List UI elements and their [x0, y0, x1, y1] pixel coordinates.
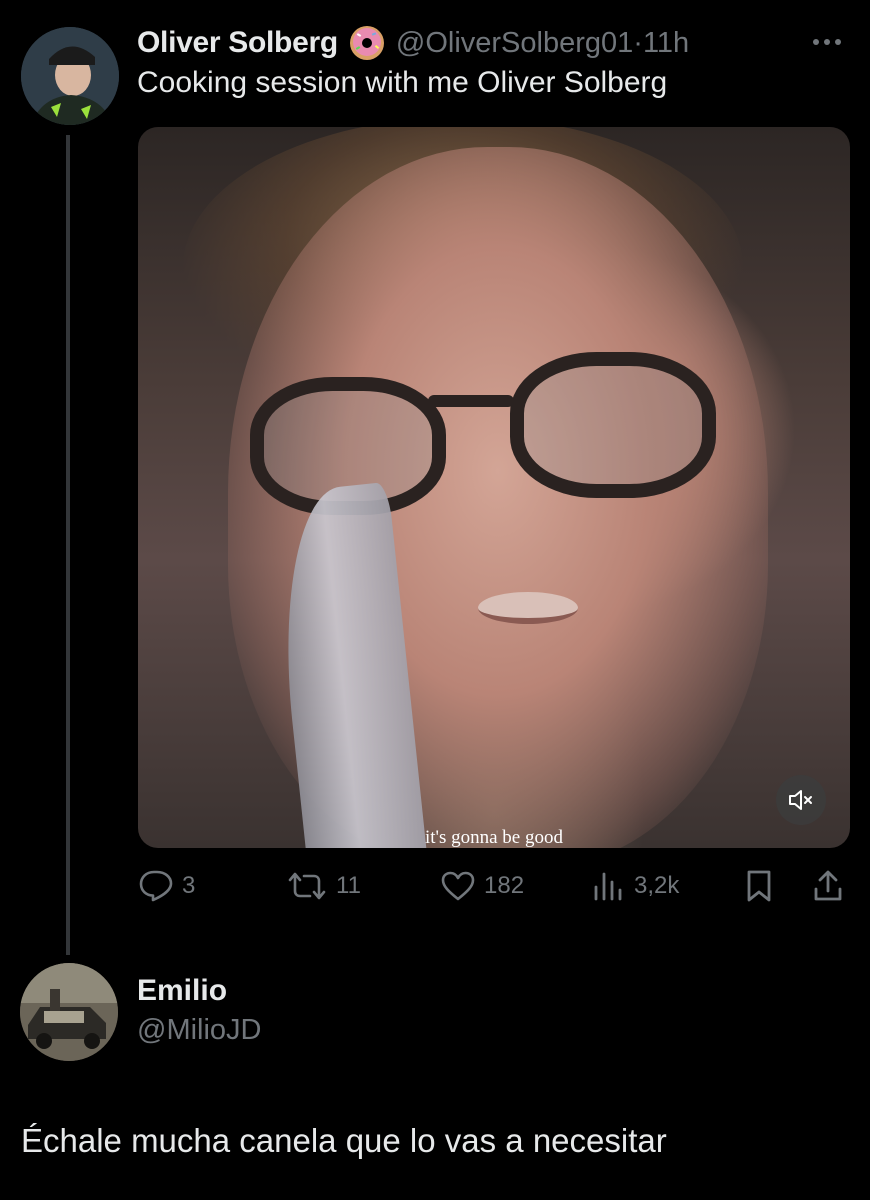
bar-chart-icon	[594, 872, 622, 901]
view-count: 3,2k	[634, 872, 680, 899]
video-frame-mouth	[478, 592, 578, 624]
video-caption: it's gonna be good	[425, 827, 563, 848]
reply-author-name[interactable]: Emilio	[137, 974, 227, 1008]
like-action[interactable]: 182	[440, 866, 524, 906]
reply-author-avatar[interactable]	[20, 963, 118, 1061]
views-action[interactable]: 3,2k	[592, 866, 679, 906]
reply-author-handle[interactable]: @MilioJD	[137, 1014, 262, 1047]
thread-connector-line	[66, 135, 70, 955]
mute-button[interactable]	[776, 775, 826, 825]
author-handle[interactable]: @OliverSolberg01	[396, 27, 633, 60]
like-count: 182	[484, 872, 525, 899]
video-frame-glasses-bridge	[428, 395, 514, 407]
repost-count: 11	[336, 872, 361, 899]
repost-action[interactable]: 11	[286, 866, 361, 906]
donut-emoji-icon	[348, 24, 386, 62]
avatar-car-photo	[20, 963, 118, 1061]
tweet-timestamp[interactable]: 11h	[643, 27, 689, 60]
video-frame-glasses-right	[510, 352, 716, 498]
speech-bubble-icon	[139, 870, 173, 902]
reply-count: 3	[182, 872, 196, 899]
speaker-muted-icon	[789, 790, 812, 810]
separator-dot: ·	[633, 26, 643, 59]
author-avatar[interactable]	[21, 27, 119, 125]
tweet-header: Oliver Solberg @OliverSolberg01 · 11h	[137, 22, 689, 64]
more-options-icon[interactable]	[804, 22, 850, 62]
heart-icon	[441, 871, 475, 901]
tweet-video[interactable]: it's gonna be good	[138, 127, 850, 848]
repost-arrows-icon	[288, 872, 326, 900]
share-button[interactable]	[812, 866, 852, 906]
author-display-name[interactable]: Oliver Solberg	[137, 26, 338, 60]
avatar-portrait	[21, 27, 119, 125]
reply-text: Échale mucha canela que lo vas a necesit…	[21, 1122, 667, 1159]
bookmark-icon	[747, 870, 771, 902]
tweet-text: Cooking session with me Oliver Solberg	[137, 66, 668, 99]
share-upload-icon	[814, 870, 842, 901]
bookmark-button[interactable]	[744, 866, 782, 906]
reply-action[interactable]: 3	[138, 866, 195, 906]
